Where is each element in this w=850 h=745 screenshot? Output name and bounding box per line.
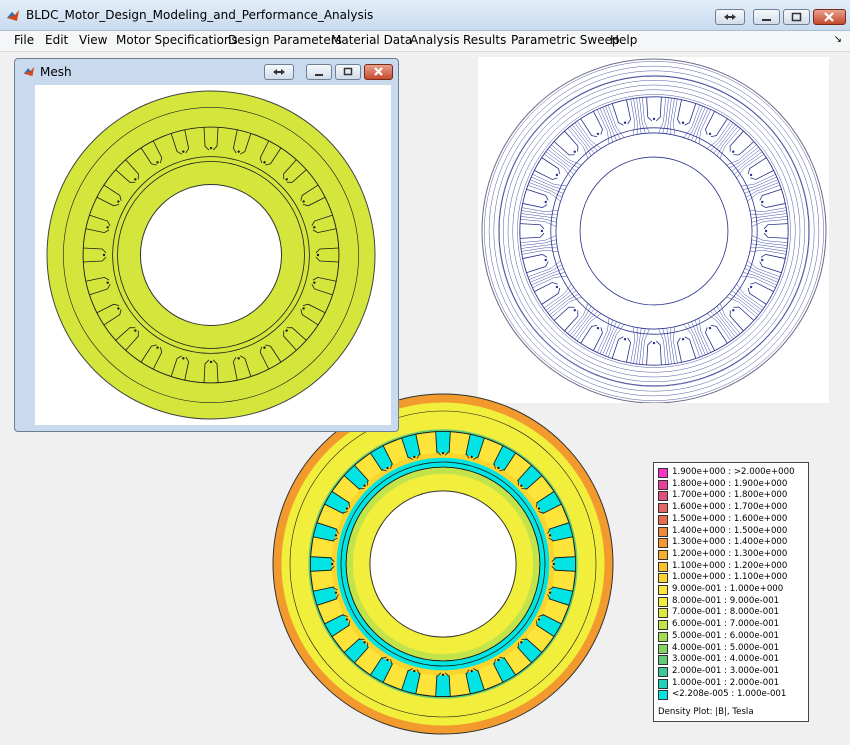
mesh-plot — [35, 85, 391, 425]
legend-swatch — [658, 596, 668, 607]
flux-density-svg — [272, 393, 614, 735]
close-button[interactable] — [813, 9, 846, 25]
legend-label: 1.000e+000 : 1.100e+000 — [672, 572, 788, 583]
flux-lines-svg — [481, 58, 827, 404]
window-titlebar: BLDC_Motor_Design_Modeling_and_Performan… — [0, 0, 850, 31]
legend-swatch — [658, 666, 668, 677]
legend-swatch — [658, 491, 668, 502]
legend-swatch — [658, 468, 668, 478]
minimize-icon — [762, 19, 771, 21]
legend-label: 8.000e-001 : 9.000e-001 — [672, 595, 780, 606]
legend-label: 6.000e-001 : 7.000e-001 — [672, 619, 780, 630]
legend-label: 1.000e-001 : 2.000e-001 — [672, 677, 780, 688]
legend-label: 1.600e+000 : 1.700e+000 — [672, 502, 788, 513]
mesh-window-title: Mesh — [40, 65, 72, 79]
legend-label: 9.000e-001 : 1.000e+000 — [672, 584, 784, 594]
mesh-maximize-button[interactable] — [335, 64, 361, 80]
menu-parametric-sweep[interactable]: Parametric Sweep — [511, 33, 620, 47]
legend-swatch — [658, 549, 668, 560]
legend-swatch — [658, 678, 668, 689]
legend-label: 1.700e+000 : 1.800e+000 — [672, 490, 788, 501]
matlab-icon — [23, 66, 35, 77]
minimize-button[interactable] — [753, 9, 780, 25]
mesh-svg — [46, 90, 376, 420]
mesh-swap-button[interactable] — [264, 64, 294, 80]
legend-swatch — [658, 620, 668, 631]
swap-arrows-icon — [273, 69, 285, 75]
legend-label: 2.000e-001 : 3.000e-001 — [672, 665, 780, 676]
legend-swatch — [658, 479, 668, 490]
legend-label: <2.208e-005 : 1.000e-001 — [672, 689, 787, 700]
maximize-icon — [791, 12, 802, 22]
mesh-window-titlebar: Mesh — [15, 59, 398, 83]
legend-label: 1.100e+000 : 1.200e+000 — [672, 560, 788, 571]
legend-swatch — [658, 526, 668, 537]
menu-help[interactable]: Help — [610, 33, 637, 47]
legend-swatch — [658, 690, 668, 701]
legend-label: 1.800e+000 : 1.900e+000 — [672, 478, 788, 489]
legend-swatch — [658, 643, 668, 654]
matlab-icon — [7, 10, 19, 21]
legend-label: 5.000e-001 : 6.000e-001 — [672, 630, 780, 641]
menu-bar: File Edit View Motor Specifications Desi… — [0, 31, 850, 52]
legend-label: 4.000e-001 : 5.000e-001 — [672, 642, 780, 653]
menu-edit[interactable]: Edit — [45, 33, 68, 47]
menu-file[interactable]: File — [14, 33, 34, 47]
menu-view[interactable]: View — [79, 33, 107, 47]
flux-density-plot — [267, 387, 617, 740]
legend-label: 7.000e-001 : 8.000e-001 — [672, 607, 780, 618]
flux-lines-plot — [478, 57, 829, 404]
swap-arrows-icon — [724, 14, 736, 20]
legend-footer: Density Plot: |B|, Tesla — [658, 707, 754, 717]
legend-label: 1.500e+000 : 1.600e+000 — [672, 513, 788, 524]
menu-design-parameters[interactable]: Design Parameters — [228, 33, 342, 47]
legend-label: 1.200e+000 : 1.300e+000 — [672, 548, 788, 559]
legend-label: 1.400e+000 : 1.500e+000 — [672, 525, 788, 536]
close-icon — [374, 67, 383, 76]
legend-swatch — [658, 655, 668, 666]
menu-results[interactable]: Results — [463, 33, 506, 47]
menu-overflow-icon[interactable]: ↘ — [834, 34, 842, 45]
legend-label: 1.900e+000 : >2.000e+000 — [672, 467, 795, 477]
menu-motor-specifications[interactable]: Motor Specifications — [116, 33, 238, 47]
legend-swatch — [658, 631, 668, 642]
swap-window-button[interactable] — [715, 9, 745, 25]
legend-label: 3.000e-001 : 4.000e-001 — [672, 654, 780, 665]
minimize-icon — [315, 74, 323, 76]
legend-swatch — [658, 538, 668, 549]
menu-material-data[interactable]: Material Data — [331, 33, 412, 47]
legend-swatch — [658, 608, 668, 619]
mesh-window[interactable]: Mesh — [14, 58, 399, 432]
mesh-minimize-button[interactable] — [306, 64, 332, 80]
window-title: BLDC_Motor_Design_Modeling_and_Performan… — [26, 8, 374, 22]
legend-swatch — [658, 573, 668, 584]
legend-label: 1.300e+000 : 1.400e+000 — [672, 537, 788, 548]
close-icon — [824, 12, 834, 22]
menu-analysis[interactable]: Analysis — [410, 33, 459, 47]
density-legend: 1.900e+000 : >2.000e+000 1.800e+000 : 1.9… — [653, 462, 809, 722]
legend-swatch — [658, 585, 668, 595]
maximize-icon — [343, 67, 353, 76]
legend-swatch — [658, 514, 668, 525]
legend-swatch — [658, 503, 668, 514]
maximize-button[interactable] — [783, 9, 810, 25]
mesh-close-button[interactable] — [364, 64, 393, 80]
legend-swatch — [658, 561, 668, 572]
